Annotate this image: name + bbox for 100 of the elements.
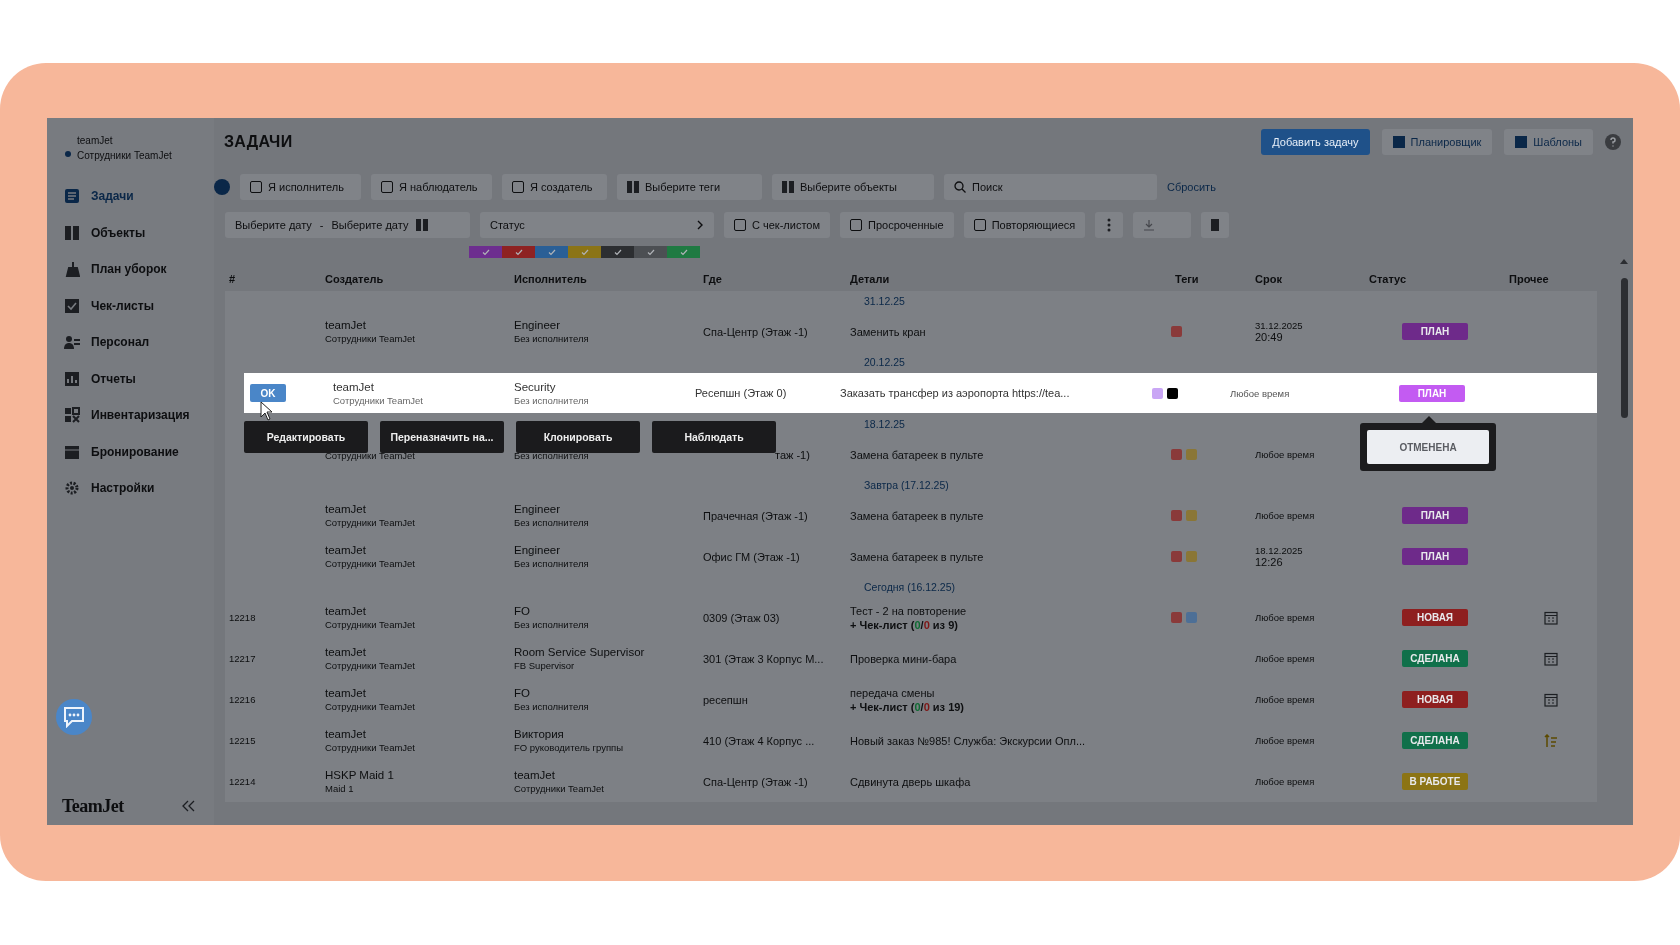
assignee-group: Без исполнителя	[514, 517, 699, 528]
chat-button[interactable]	[56, 699, 92, 735]
status-badge[interactable]: В РАБОТЕ	[1402, 773, 1468, 790]
user-name: teamJet	[77, 135, 114, 146]
check-icon	[481, 248, 490, 256]
settings-icon	[64, 480, 80, 497]
location-text: ресепшн	[703, 693, 749, 706]
sidebar-item[interactable]: Бронирование	[47, 433, 214, 470]
date-group-label: 31.12.25	[864, 295, 905, 307]
filter-checkbox[interactable]: С чек-листом	[724, 212, 830, 238]
templates-button[interactable]: Шаблоны	[1504, 128, 1593, 155]
date-group-label: Завтра (17.12.25)	[864, 479, 949, 491]
sidebar-item[interactable]: Настройки	[47, 470, 214, 507]
task-details: Замена батареек в пульте	[850, 509, 985, 522]
scrollbar-thumb[interactable]	[1620, 278, 1628, 418]
status-color-chip[interactable]	[469, 246, 502, 258]
due-text: Любое время	[1255, 653, 1316, 664]
status-color-chip[interactable]	[634, 246, 667, 258]
creator-name: HSKP Maid 1	[325, 769, 395, 781]
help-icon[interactable]	[1605, 133, 1621, 150]
filter-checkbox[interactable]: Я наблюдатель	[371, 174, 492, 200]
planner-button[interactable]: Планировщик	[1381, 128, 1493, 155]
sidebar-item[interactable]: Инвентаризация	[47, 397, 214, 434]
creator-name: teamJet	[325, 544, 367, 556]
task-details: Новый заказ №985! Служба: Экскурсии Опл...	[850, 734, 1087, 747]
sidebar-item[interactable]: Задачи	[47, 178, 214, 215]
status-badge[interactable]: ПЛАН	[1402, 548, 1468, 565]
objects-select[interactable]: Выберите объекты	[772, 174, 934, 200]
status-color-chip[interactable]	[667, 246, 700, 258]
checkbox[interactable]	[381, 181, 393, 193]
view-button[interactable]	[1201, 212, 1230, 238]
status-badge[interactable]: СДЕЛАНА	[1402, 732, 1468, 749]
reset-link[interactable]: Сбросить	[1167, 181, 1216, 193]
status-select[interactable]: Статус	[480, 212, 714, 238]
filter-icon[interactable]	[214, 179, 230, 195]
more-icon	[1107, 218, 1112, 232]
assignee-group: Без исполнителя	[514, 394, 691, 406]
check-icon	[547, 248, 556, 256]
due-text: Любое время	[1255, 776, 1316, 787]
status-badge[interactable]: ПЛАН	[1402, 323, 1468, 340]
filter-checkbox[interactable]: Повторяющиеся	[963, 212, 1086, 238]
creator-name: teamJet	[325, 503, 367, 515]
status-option[interactable]: ОТМЕНЕНА	[1367, 430, 1489, 464]
filter-checkbox[interactable]: Я создатель	[502, 174, 607, 200]
scroll-up-icon[interactable]	[1620, 258, 1628, 264]
sidebar-item[interactable]: Чек-листы	[47, 287, 214, 324]
status-badge[interactable]: СДЕЛАНА	[1402, 650, 1468, 667]
collapse-icon[interactable]	[180, 800, 196, 812]
status-color-chip[interactable]	[502, 246, 535, 258]
status-badge[interactable]: ПЛАН	[1402, 507, 1468, 524]
filter-checkbox[interactable]: Я исполнитель	[240, 174, 361, 200]
due-text: 12:26	[1255, 556, 1284, 568]
action-button[interactable]: Переназначить на...	[380, 421, 504, 453]
column-header: Теги	[1174, 273, 1200, 285]
checkbox[interactable]	[512, 181, 524, 193]
sort-list-icon[interactable]	[1544, 733, 1558, 748]
status-badge[interactable]: НОВАЯ	[1402, 691, 1468, 708]
creator-group: Maid 1	[325, 783, 510, 794]
status-color-chip[interactable]	[535, 246, 568, 258]
status-color-chip[interactable]	[568, 246, 601, 258]
due-text: Любое время	[1230, 387, 1291, 399]
action-button[interactable]: Редактировать	[244, 421, 368, 453]
checklist-summary: + Чек-лист (0/0 из 9)	[850, 618, 959, 631]
creator-name: teamJet	[325, 687, 367, 699]
action-button[interactable]: Наблюдать	[652, 421, 776, 453]
creator-name: teamJet	[325, 319, 367, 331]
assignee-name: Engineer	[514, 503, 562, 515]
check-icon	[679, 248, 688, 256]
action-button[interactable]: Клонировать	[516, 421, 640, 453]
checkbox[interactable]	[850, 219, 862, 231]
search-icon	[954, 181, 966, 193]
sidebar-item[interactable]: Отчеты	[47, 360, 214, 397]
filter-checkbox[interactable]: Просроченные	[840, 212, 954, 238]
task-details: Тест - 2 на повторение	[850, 604, 968, 617]
status-badge[interactable]: НОВАЯ	[1402, 609, 1468, 626]
task-number: 12215	[229, 735, 257, 746]
sidebar-item[interactable]: План уборок	[47, 251, 214, 288]
column-header: Срок	[1254, 273, 1283, 285]
planner-icon	[1392, 135, 1405, 148]
checkbox[interactable]	[973, 219, 986, 231]
chart-icon	[64, 370, 80, 387]
page-title: ЗАДАЧИ	[224, 132, 294, 151]
add-task-button[interactable]: Добавить задачу	[1261, 128, 1370, 155]
column-header: Где	[702, 273, 723, 285]
assignee-name: Security	[514, 380, 557, 393]
sidebar-item[interactable]: Персонал	[47, 324, 214, 361]
checkbox[interactable]	[250, 181, 262, 193]
search-field[interactable]: Поиск	[944, 174, 1157, 200]
status-color-chip[interactable]	[601, 246, 634, 258]
due-text: Любое время	[1255, 449, 1316, 460]
tags-select[interactable]: Выберите теги	[617, 174, 762, 200]
column-header: Прочее	[1508, 273, 1550, 285]
date-range-field[interactable]: Выберите дату - Выберите дату	[225, 212, 470, 238]
checkbox[interactable]	[734, 219, 746, 231]
task-number: 12216	[229, 694, 257, 705]
due-text: Любое время	[1255, 694, 1316, 705]
status-badge[interactable]: ПЛАН	[1399, 384, 1465, 402]
ok-button[interactable]: OK	[250, 384, 286, 402]
sidebar-item[interactable]: Объекты	[47, 214, 214, 251]
check-icon	[514, 248, 523, 256]
